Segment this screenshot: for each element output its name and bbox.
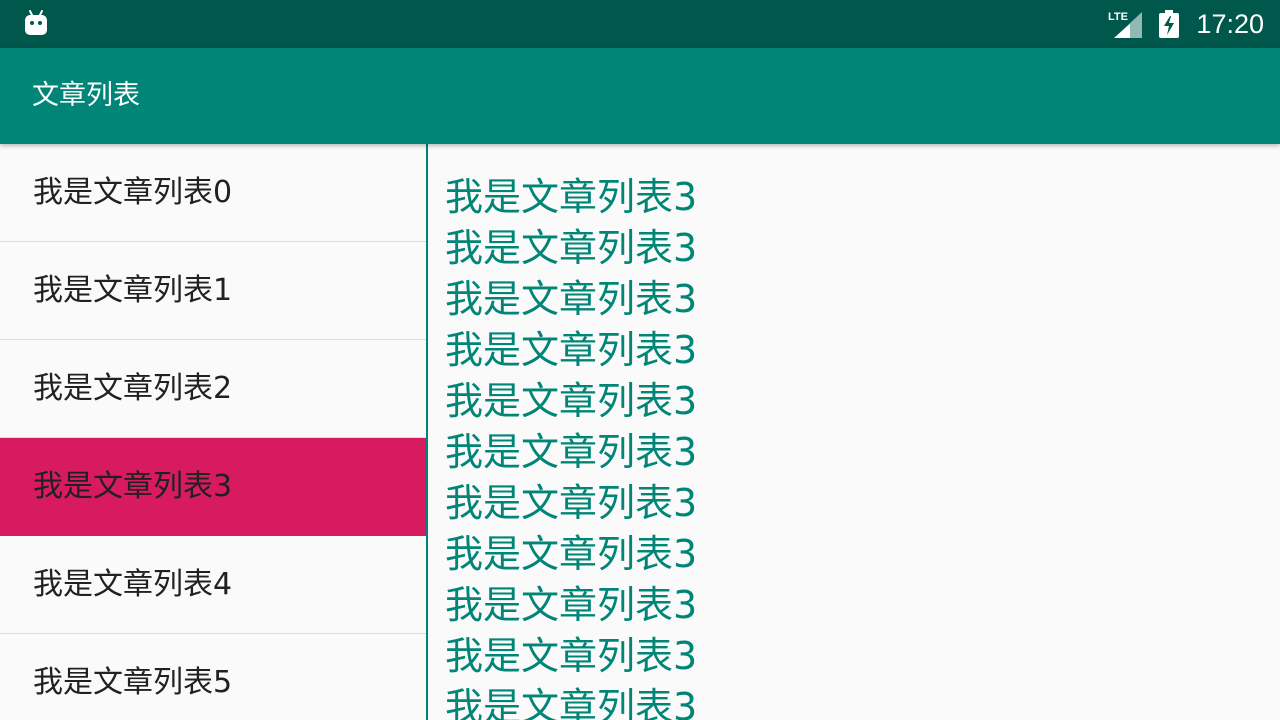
detail-text-line: 我是文章列表3: [445, 583, 698, 627]
detail-text-line: 我是文章列表3: [445, 634, 698, 678]
list-item[interactable]: 我是文章列表0: [0, 144, 426, 242]
list-item[interactable]: 我是文章列表1: [0, 242, 426, 340]
page-title: 文章列表: [32, 80, 140, 111]
battery-charging-icon: [1159, 10, 1179, 38]
detail-text-line: 我是文章列表3: [445, 430, 698, 474]
lte-signal-icon: LTE: [1108, 11, 1142, 38]
detail-text-line: 我是文章列表3: [445, 379, 698, 423]
list-item[interactable]: 我是文章列表4: [0, 536, 426, 634]
detail-text-line: 我是文章列表3: [445, 481, 698, 525]
list-item[interactable]: 我是文章列表5: [0, 634, 426, 720]
detail-text-line: 我是文章列表3: [445, 328, 698, 372]
android-icon: [25, 10, 47, 35]
svg-text:LTE: LTE: [1108, 11, 1128, 23]
article-detail[interactable]: 我是文章列表3 我是文章列表3 我是文章列表3 我是文章列表3 我是文章列表3 …: [428, 144, 1280, 720]
status-clock: 17:20: [1196, 9, 1264, 39]
list-item-selected[interactable]: 我是文章列表3: [0, 438, 426, 536]
status-bar: LTE 17:20: [0, 0, 1280, 48]
detail-text-line: 我是文章列表3: [445, 532, 698, 576]
article-list[interactable]: 我是文章列表0 我是文章列表1 我是文章列表2 我是文章列表3 我是文章列表4 …: [0, 144, 426, 720]
detail-text-line: 我是文章列表3: [445, 685, 698, 720]
app-bar: 文章列表: [0, 48, 1280, 144]
detail-text-line: 我是文章列表3: [445, 175, 698, 219]
detail-text-line: 我是文章列表3: [445, 226, 698, 270]
detail-text-line: 我是文章列表3: [445, 277, 698, 321]
list-item[interactable]: 我是文章列表2: [0, 340, 426, 438]
